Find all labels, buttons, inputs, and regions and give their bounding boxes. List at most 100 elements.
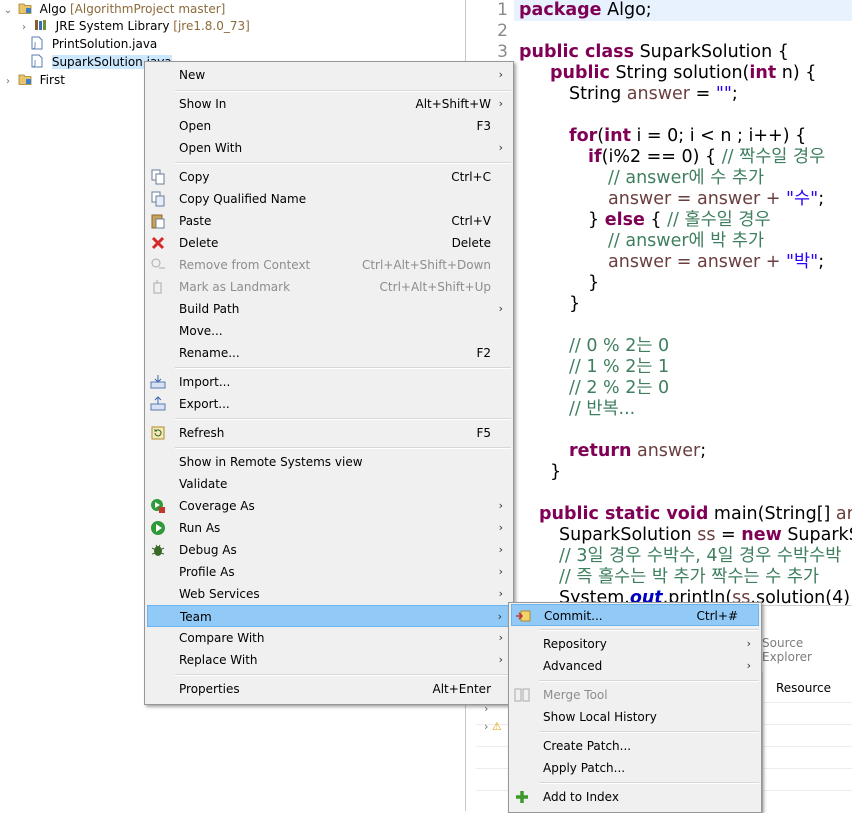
library-name: JRE System Library — [55, 19, 170, 33]
menu-item-new[interactable]: New › — [147, 64, 511, 86]
submenu-arrow-icon: › — [498, 97, 503, 110]
project-name: First — [39, 73, 65, 87]
copy-qualified-icon — [151, 191, 165, 207]
submenu-arrow-icon: › — [498, 631, 503, 644]
code-line: for(int i = 0; i < n ; i++) { — [569, 126, 807, 146]
code-line: } else { // 홀수일 경우 — [588, 210, 771, 230]
remove-context-icon — [151, 258, 165, 269]
menu-item-web-services[interactable]: Web Services › — [147, 583, 511, 605]
expand-arrow-icon[interactable]: › ⚠ — [484, 720, 502, 733]
code-line: public class SuparkSolution { — [519, 42, 789, 62]
code-line: // 3일 경우 수박수, 4일 경우 수박수박 — [559, 546, 842, 566]
code-editor[interactable]: 1 2 3 package Algo; public class SuparkS… — [466, 0, 852, 605]
tree-item-print-solution[interactable]: J PrintSolution.java — [30, 35, 157, 53]
submenu-arrow-icon: › — [746, 659, 751, 672]
menu-separator — [175, 90, 511, 92]
project-name: Algo — [39, 2, 67, 16]
tree-item-first-project[interactable]: › First — [2, 71, 65, 89]
expand-arrow-icon[interactable]: › — [18, 19, 30, 37]
team-submenu: Commit... Ctrl+# Repository › Advanced › Me… — [508, 602, 762, 813]
menu-item-build-path[interactable]: Build Path › — [147, 298, 511, 320]
submenu-arrow-icon: › — [498, 543, 503, 556]
menu-item-debug-as[interactable]: Debug As › — [147, 539, 511, 561]
column-header-resource[interactable]: Resource — [776, 681, 831, 695]
copy-icon — [151, 169, 165, 185]
java-file-icon: J — [31, 36, 43, 50]
library-decoration: [jre1.8.0_73] — [173, 19, 250, 33]
submenu-arrow-icon: › — [497, 610, 502, 623]
repository-decoration: [AlgorithmProject master] — [70, 2, 226, 16]
menu-item-add-to-index[interactable]: Add to Index — [511, 786, 759, 808]
menu-item-repository[interactable]: Repository › — [511, 633, 759, 655]
run-icon — [151, 521, 165, 535]
menu-item-open[interactable]: Open F3 — [147, 115, 511, 137]
landmark-icon — [153, 280, 162, 294]
menu-item-replace-with[interactable]: Replace With › — [147, 649, 511, 671]
menu-item-show-in[interactable]: Show In Alt+Shift+W › — [147, 93, 511, 115]
menu-item-properties[interactable]: Properties Alt+Enter — [147, 678, 511, 700]
menu-separator — [175, 367, 511, 369]
menu-separator — [175, 162, 511, 164]
code-line: SuparkSolution ss = new SuparkS — [559, 525, 852, 545]
menu-item-rename[interactable]: Rename... F2 — [147, 342, 511, 364]
add-index-icon — [516, 791, 528, 803]
menu-item-advanced[interactable]: Advanced › — [511, 655, 759, 677]
menu-item-delete[interactable]: Delete Delete — [147, 232, 511, 254]
menu-item-move[interactable]: Move... — [147, 320, 511, 342]
code-line: return answer; — [569, 441, 707, 461]
project-folder-icon — [18, 74, 32, 85]
menu-item-profile-as[interactable]: Profile As › — [147, 561, 511, 583]
tab-source-explorer[interactable]: Source Explorer — [762, 636, 852, 664]
menu-item-create-patch[interactable]: Create Patch... — [511, 735, 759, 757]
code-line: } — [569, 294, 581, 314]
menu-separator — [539, 731, 759, 733]
menu-item-show-local-history[interactable]: Show Local History — [511, 706, 759, 728]
project-folder-icon — [18, 3, 32, 14]
submenu-arrow-icon: › — [498, 521, 503, 534]
paste-icon — [151, 214, 165, 229]
menu-item-merge-tool: Merge Tool — [511, 684, 759, 706]
menu-separator — [539, 782, 759, 784]
tree-item-algo-project[interactable]: ⌄ Algo [AlgorithmProject master] — [2, 0, 226, 20]
menu-separator — [539, 629, 759, 631]
expand-arrow-icon[interactable]: › — [2, 73, 14, 91]
menu-item-copy-qualified-name[interactable]: Copy Qualified Name — [147, 188, 511, 210]
code-line: // answer에 수 추가 — [608, 168, 765, 188]
menu-item-commit[interactable]: Commit... Ctrl+# — [511, 604, 759, 626]
menu-item-copy[interactable]: Copy Ctrl+C — [147, 166, 511, 188]
java-file-icon: J — [31, 54, 43, 68]
menu-item-apply-patch[interactable]: Apply Patch... — [511, 757, 759, 779]
menu-item-coverage-as[interactable]: Coverage As › — [147, 495, 511, 517]
submenu-arrow-icon: › — [498, 587, 503, 600]
code-line: // 2 % 2는 0 — [569, 378, 670, 398]
menu-item-paste[interactable]: Paste Ctrl+V — [147, 210, 511, 232]
library-icon — [34, 20, 46, 30]
file-name: PrintSolution.java — [51, 37, 158, 51]
menu-item-refresh[interactable]: Refresh F5 — [147, 422, 511, 444]
menu-separator — [175, 674, 511, 676]
line-number: 2 — [497, 21, 508, 41]
tree-item-jre-library[interactable]: › JRE System Library [jre1.8.0_73] — [18, 17, 250, 35]
code-line: // 반복... — [569, 399, 636, 419]
menu-item-validate[interactable]: Validate — [147, 473, 511, 495]
commit-icon — [516, 610, 531, 622]
menu-item-export[interactable]: Export... — [147, 393, 511, 415]
menu-item-run-as[interactable]: Run As › — [147, 517, 511, 539]
code-line: public String solution(int n) { — [550, 63, 817, 83]
menu-item-team[interactable]: Team › — [147, 605, 511, 627]
code-line: // 0 % 2는 0 — [569, 336, 670, 356]
line-number: 1 — [497, 0, 508, 20]
delete-icon — [151, 236, 165, 250]
menu-item-import[interactable]: Import... — [147, 371, 511, 393]
menu-item-open-with[interactable]: Open With › — [147, 137, 511, 159]
submenu-arrow-icon: › — [498, 565, 503, 578]
menu-item-mark-as-landmark: Mark as Landmark Ctrl+Alt+Shift+Up — [147, 276, 511, 298]
collapse-arrow-icon[interactable]: ⌄ — [2, 2, 14, 20]
menu-item-compare-with[interactable]: Compare With › — [147, 627, 511, 649]
line-number: 3 — [497, 42, 508, 62]
coverage-icon — [151, 499, 165, 513]
code-line: answer = answer + "박"; — [608, 252, 825, 272]
menu-item-show-in-remote-systems[interactable]: Show in Remote Systems view — [147, 451, 511, 473]
code-line: } — [588, 273, 600, 293]
import-icon — [150, 375, 166, 389]
